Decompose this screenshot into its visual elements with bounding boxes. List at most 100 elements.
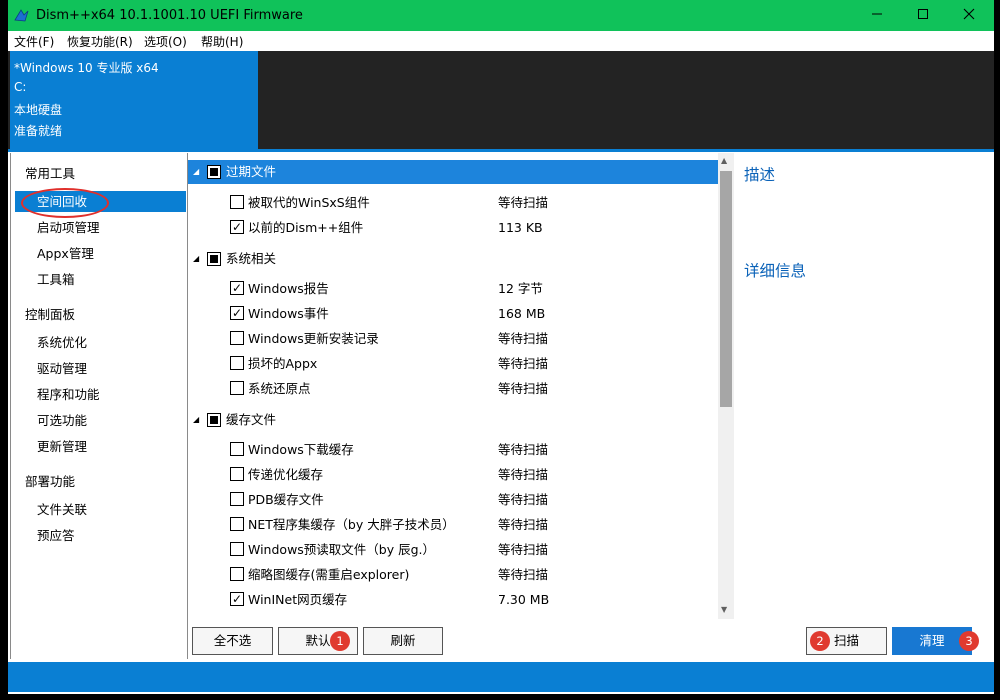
item-status: 7.30 MB	[498, 592, 550, 607]
list-item[interactable]: 系统还原点 等待扫描	[188, 376, 718, 401]
menu-file[interactable]: 文件(F)	[14, 33, 54, 50]
checkbox[interactable]	[230, 381, 244, 395]
sidebar-heading-control-panel: 控制面板	[25, 307, 76, 322]
sidebar-item-appx[interactable]: Appx管理	[15, 243, 186, 264]
refresh-button[interactable]: 刷新	[363, 627, 443, 655]
item-status: 等待扫描	[498, 467, 549, 482]
description-heading: 描述	[744, 166, 776, 184]
list-item[interactable]: 传递优化缓存 等待扫描	[188, 462, 718, 487]
sidebar-item-space-cleanup[interactable]: 空间回收	[15, 191, 186, 212]
list-item[interactable]: PDB缓存文件 等待扫描	[188, 487, 718, 512]
close-icon	[963, 8, 975, 23]
collapse-triangle-icon[interactable]: ◢	[193, 247, 199, 271]
maximize-icon	[917, 8, 929, 23]
step-badge-2: 2	[810, 631, 830, 651]
app-window: Dism++x64 10.1.1001.10 UEFI Firmware 文件(…	[8, 0, 994, 694]
list-item[interactable]: 损坏的Appx 等待扫描	[188, 351, 718, 376]
sidebar: 常用工具 空间回收 启动项管理 Appx管理 工具箱 控制面板 系统优化 驱动管…	[10, 153, 188, 659]
item-label: 被取代的WinSxS组件	[248, 195, 370, 210]
group-checkbox-partial[interactable]	[207, 413, 221, 427]
checkbox-checked[interactable]: ✓	[230, 306, 244, 320]
item-status: 等待扫描	[498, 331, 549, 346]
menu-restore[interactable]: 恢复功能(R)	[67, 33, 133, 50]
list-item[interactable]: ✓ WinINet网页缓存 7.30 MB	[188, 587, 718, 612]
list-item[interactable]: Windows预读取文件（by 辰g.） 等待扫描	[188, 537, 718, 562]
checkbox[interactable]	[230, 492, 244, 506]
image-info-card[interactable]: *Windows 10 专业版 x64 C: 本地硬盘 准备就绪	[10, 51, 258, 149]
cleanup-list: ◢ 过期文件 被取代的WinSxS组件 等待扫描 ✓ 以前的Dism++组件 1…	[188, 153, 718, 619]
item-status: 等待扫描	[498, 381, 549, 396]
scroll-up-icon[interactable]: ▲	[721, 156, 727, 165]
group-checkbox-partial[interactable]	[207, 165, 221, 179]
sidebar-heading-tools: 常用工具	[25, 166, 76, 181]
image-drive: C:	[14, 80, 27, 94]
menu-help[interactable]: 帮助(H)	[201, 33, 243, 50]
sidebar-heading-deploy: 部署功能	[25, 474, 76, 489]
step-badge-3: 3	[959, 631, 979, 651]
group-checkbox-partial[interactable]	[207, 252, 221, 266]
checkbox-checked[interactable]: ✓	[230, 281, 244, 295]
list-item[interactable]: Windows下载缓存 等待扫描	[188, 437, 718, 462]
scrollbar-thumb[interactable]	[720, 171, 732, 407]
sidebar-item-answer-file[interactable]: 预应答	[15, 525, 186, 546]
sidebar-item-startup[interactable]: 启动项管理	[15, 217, 186, 238]
collapse-triangle-icon[interactable]: ◢	[193, 160, 199, 184]
item-status: 12 字节	[498, 281, 543, 296]
details-heading: 详细信息	[744, 262, 807, 280]
close-button[interactable]	[946, 0, 992, 31]
image-bar: *Windows 10 专业版 x64 C: 本地硬盘 准备就绪	[8, 51, 994, 149]
sidebar-item-programs[interactable]: 程序和功能	[15, 384, 186, 405]
item-status: 等待扫描	[498, 442, 549, 457]
sidebar-item-toolbox[interactable]: 工具箱	[15, 269, 186, 290]
group-header-cache[interactable]: ◢ 缓存文件	[188, 408, 718, 432]
group-header-expired[interactable]: ◢ 过期文件	[188, 160, 718, 184]
sidebar-item-updates[interactable]: 更新管理	[15, 436, 186, 457]
checkbox[interactable]	[230, 567, 244, 581]
group-label: 过期文件	[226, 164, 277, 179]
collapse-triangle-icon[interactable]: ◢	[193, 408, 199, 432]
list-item[interactable]: Windows更新安装记录 等待扫描	[188, 326, 718, 351]
checkbox[interactable]	[230, 542, 244, 556]
list-item[interactable]: ✓ 以前的Dism++组件 113 KB	[188, 215, 718, 240]
item-label: NET程序集缓存（by 大胖子技术员）	[248, 517, 455, 532]
deselect-all-button[interactable]: 全不选	[192, 627, 273, 655]
sidebar-item-optimize[interactable]: 系统优化	[15, 332, 186, 353]
sidebar-item-file-assoc[interactable]: 文件关联	[15, 499, 186, 520]
item-status: 等待扫描	[498, 492, 549, 507]
details-pane: 描述 详细信息	[735, 153, 992, 619]
group-header-system[interactable]: ◢ 系统相关	[188, 247, 718, 271]
list-item[interactable]: ✓ Windows事件 168 MB	[188, 301, 718, 326]
window-title: Dism++x64 10.1.1001.10 UEFI Firmware	[36, 8, 303, 23]
checkbox-checked[interactable]: ✓	[230, 592, 244, 606]
list-item[interactable]: ✓ Windows报告 12 字节	[188, 276, 718, 301]
checkbox[interactable]	[230, 331, 244, 345]
menu-options[interactable]: 选项(O)	[144, 33, 187, 50]
item-label: 损坏的Appx	[248, 356, 318, 371]
item-status: 等待扫描	[498, 567, 549, 582]
sidebar-item-drivers[interactable]: 驱动管理	[15, 358, 186, 379]
maximize-button[interactable]	[900, 0, 946, 31]
item-label: 缩略图缓存(需重启explorer)	[248, 567, 410, 582]
checkbox[interactable]	[230, 517, 244, 531]
checkbox[interactable]	[230, 442, 244, 456]
item-label: Windows事件	[248, 306, 329, 321]
checkbox[interactable]	[230, 195, 244, 209]
item-status: 等待扫描	[498, 195, 549, 210]
checkbox-checked[interactable]: ✓	[230, 220, 244, 234]
item-label: 传递优化缓存	[248, 467, 324, 482]
list-item[interactable]: NET程序集缓存（by 大胖子技术员） 等待扫描	[188, 512, 718, 537]
image-disk: 本地硬盘	[14, 103, 63, 117]
list-item[interactable]: 被取代的WinSxS组件 等待扫描	[188, 190, 718, 215]
list-scrollbar[interactable]: ▲ ▼	[718, 153, 734, 619]
item-label: 系统还原点	[248, 381, 311, 396]
sidebar-item-optional-features[interactable]: 可选功能	[15, 410, 186, 431]
minimize-button[interactable]	[854, 0, 900, 31]
divider	[8, 149, 994, 152]
item-label: Windows更新安装记录	[248, 331, 379, 346]
checkbox[interactable]	[230, 356, 244, 370]
scroll-down-icon[interactable]: ▼	[721, 605, 727, 614]
list-item[interactable]: 缩略图缓存(需重启explorer) 等待扫描	[188, 562, 718, 587]
checkbox[interactable]	[230, 467, 244, 481]
menu-bar: 文件(F) 恢复功能(R) 选项(O) 帮助(H)	[8, 31, 994, 51]
item-status: 等待扫描	[498, 356, 549, 371]
